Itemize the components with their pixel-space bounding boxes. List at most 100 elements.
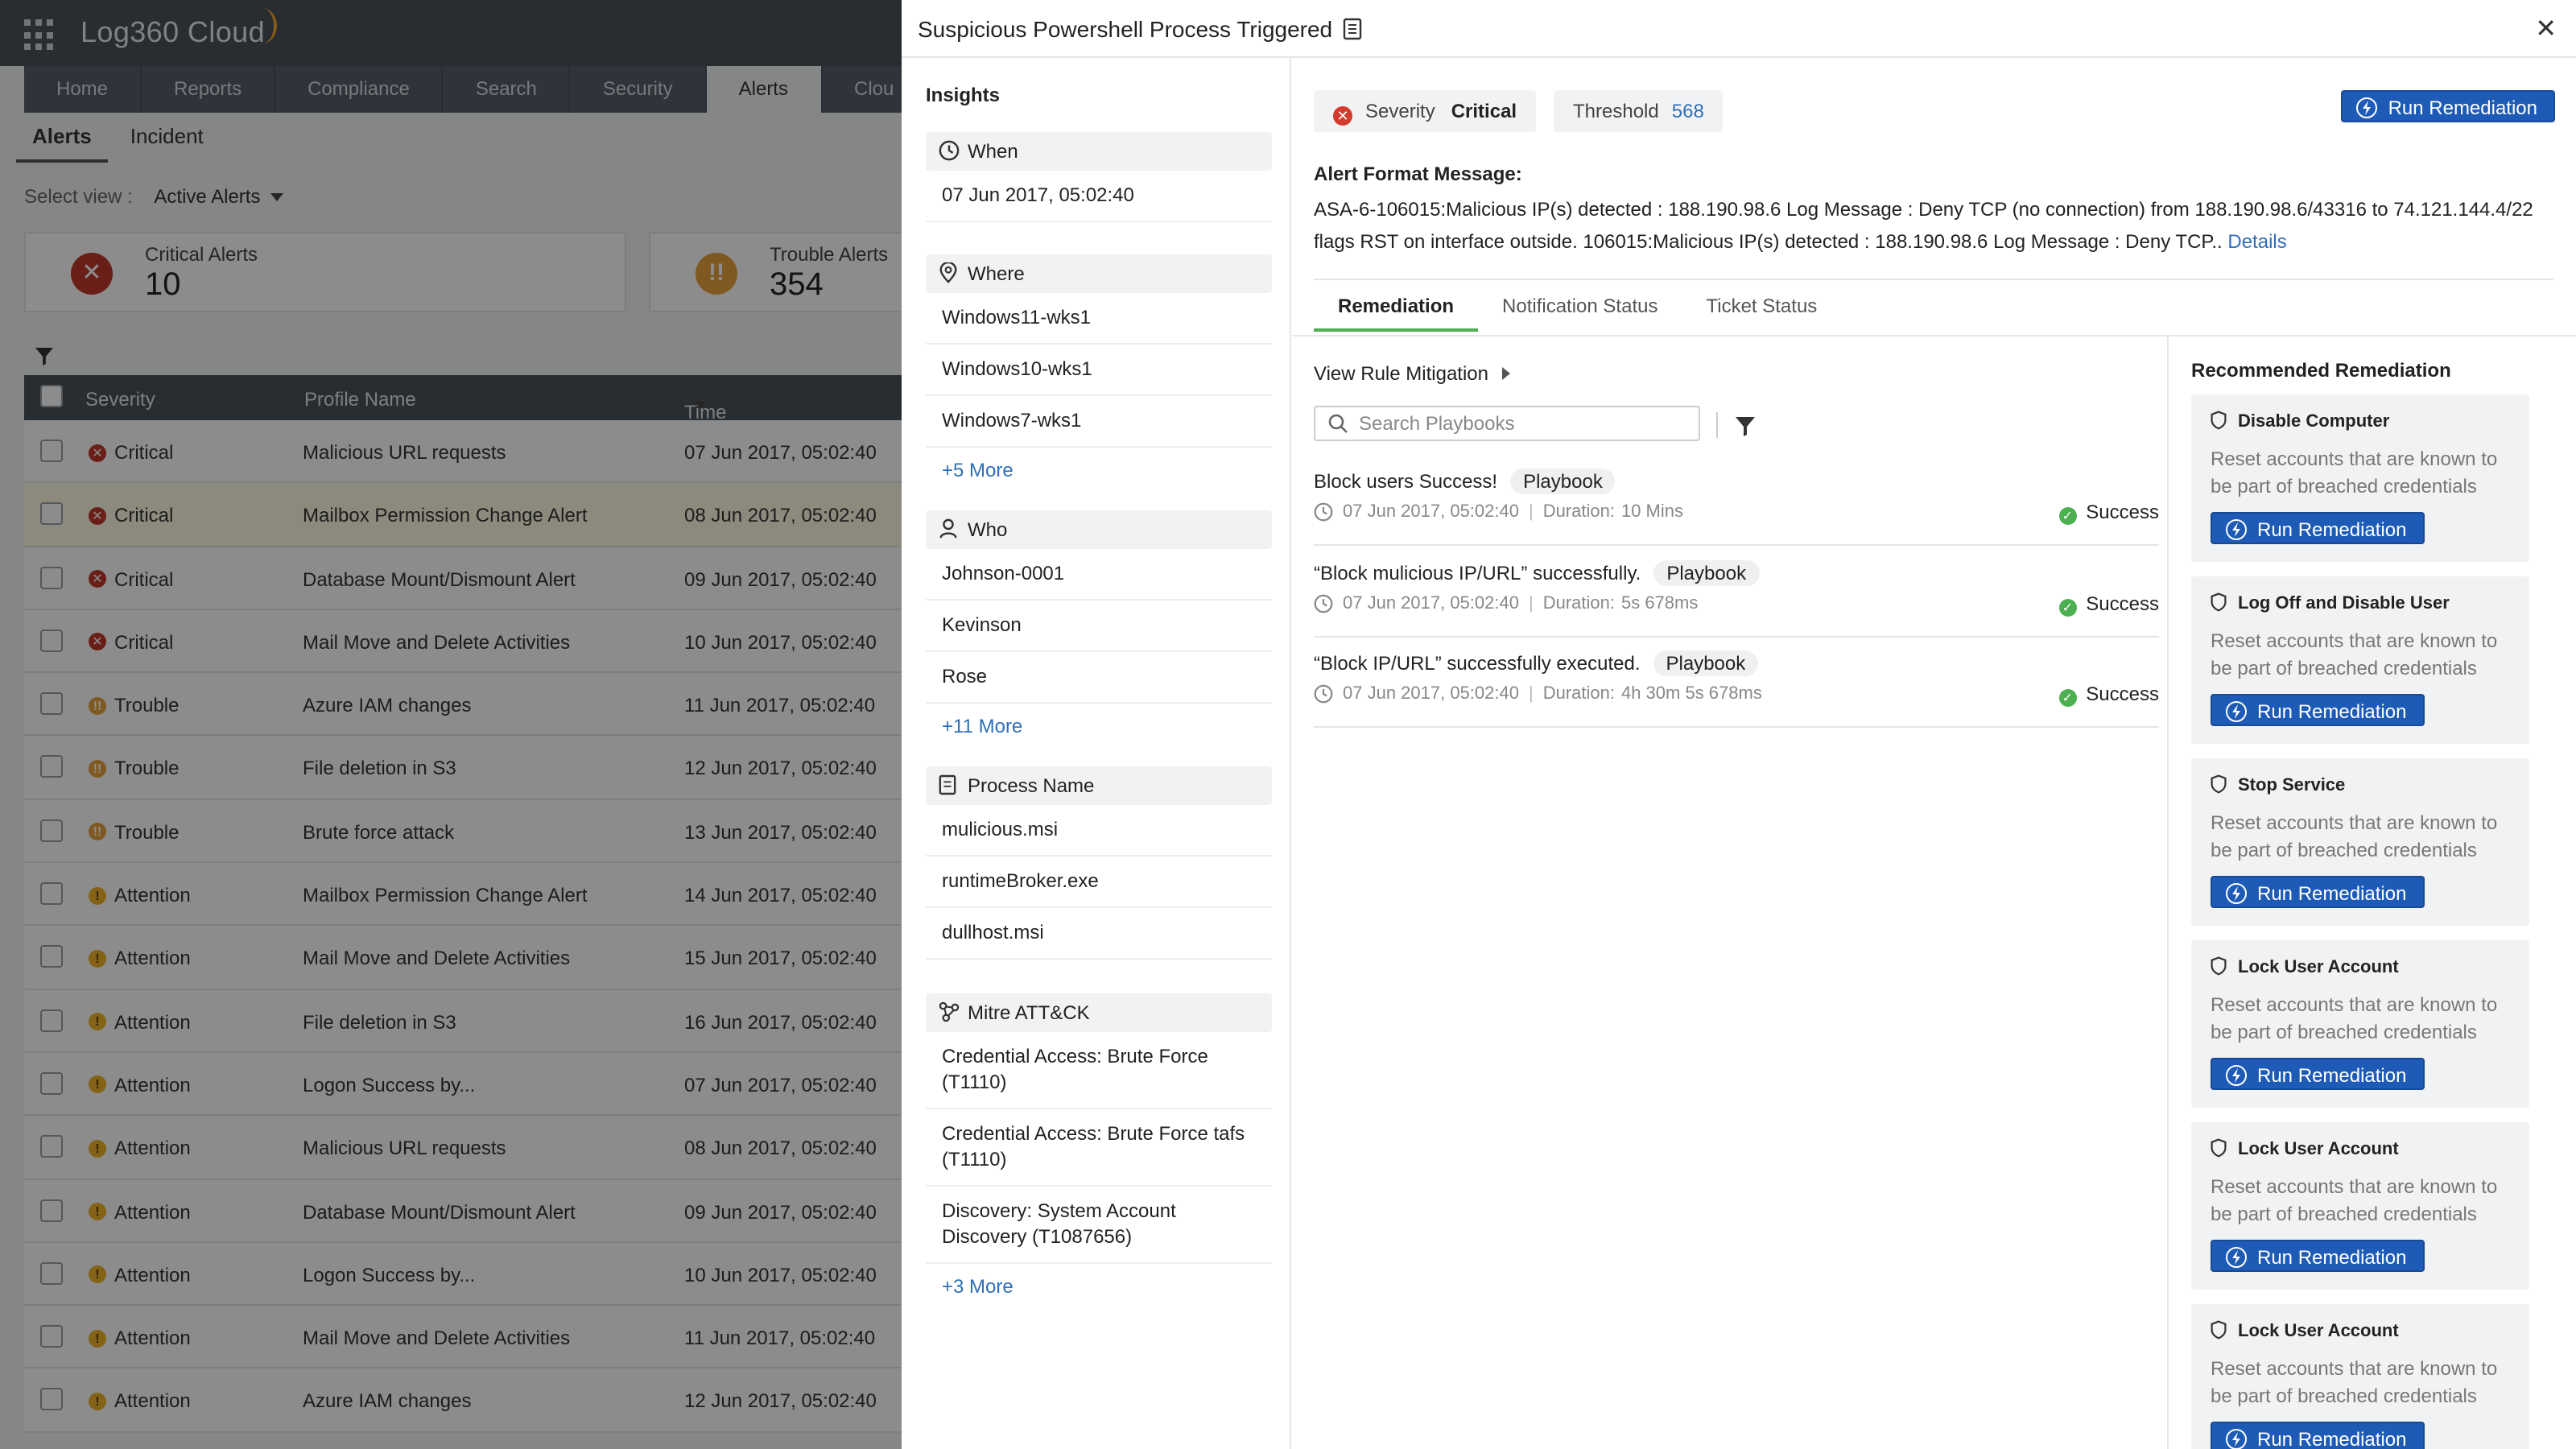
lightning-icon <box>2356 97 2379 129</box>
view-rule-mitigation-label: View Rule Mitigation <box>1314 362 1488 385</box>
insight-mitre-label: Mitre ATT&CK <box>968 1001 1090 1024</box>
remediation-card: Lock User Account Reset accounts that are… <box>2191 940 2529 1108</box>
playbook-item[interactable]: “Block IP/URL” successfully executed. Pla… <box>1314 638 2159 728</box>
insight-process-item: dullhost.msi <box>926 908 1272 960</box>
insight-where-label: Where <box>968 262 1025 285</box>
view-rule-mitigation-link[interactable]: View Rule Mitigation <box>1314 362 1509 385</box>
remediation-title: Lock User Account <box>2211 1138 2399 1159</box>
document-icon[interactable] <box>1342 18 1361 45</box>
playbook-tag: Playbook <box>1653 650 1759 676</box>
meta-separator: | <box>1528 502 1534 522</box>
remediation-title: Lock User Account <box>2211 1320 2399 1341</box>
playbook-title: Block users Success! Playbook <box>1314 469 1616 494</box>
remediation-card: Stop Service Reset accounts that are know… <box>2191 758 2529 926</box>
shield-icon <box>2211 1320 2227 1340</box>
playbook-item[interactable]: Block users Success! Playbook 07 Jun 2017,… <box>1314 456 2159 546</box>
duration-value: 5s 678ms <box>1620 593 1699 613</box>
severity-label: Severity <box>1365 100 1435 122</box>
insight-where-item: Windows7-wks1 <box>926 396 1272 448</box>
divider <box>1716 412 1718 438</box>
run-remediation-button[interactable]: Run Remediation <box>2211 1058 2425 1090</box>
shield-icon <box>2211 411 2227 430</box>
insight-when: When 07 Jun 2017, 05:02:40 <box>926 132 1272 222</box>
insight-who-item: Johnson-0001 <box>926 549 1272 601</box>
insight-who-label: Who <box>968 518 1008 541</box>
meta-separator: | <box>1528 684 1534 704</box>
playbook-meta: 07 Jun 2017, 05:02:40 | Duration: 10 Mins <box>1314 502 1683 522</box>
run-remediation-label: Run Remediation <box>2257 882 2407 905</box>
playbook-time: 07 Jun 2017, 05:02:40 <box>1343 502 1519 522</box>
lightning-icon <box>2225 518 2248 551</box>
remediation-title-text: Disable Computer <box>2238 412 2390 431</box>
shield-icon <box>2211 592 2227 612</box>
remediation-description: Reset accounts that are known to be part… <box>2211 630 2498 679</box>
search-playbooks-input[interactable]: Search Playbooks <box>1314 406 1700 441</box>
insights-title: Insights <box>926 84 1001 106</box>
remediation-title-text: Lock User Account <box>2238 958 2399 977</box>
remediation-description: Reset accounts that are known to be part… <box>2211 811 2498 861</box>
detail-tabs: Remediation Notification Status Ticket S… <box>1314 293 1841 332</box>
location-pin-icon <box>939 262 957 283</box>
playbook-item[interactable]: “Block mulicious IP/URL” successfully. Pl… <box>1314 547 2159 637</box>
insight-mitre-item: Credential Access: Brute Force (T1110) <box>926 1032 1272 1109</box>
run-remediation-button[interactable]: Run Remediation <box>2211 1240 2425 1272</box>
detail-main: ✕ Severity Critical Threshold 568 Run Remed… <box>1293 58 2576 1449</box>
lightning-icon <box>2225 1064 2248 1096</box>
run-remediation-button[interactable]: Run Remediation <box>2211 876 2425 908</box>
remediation-card: Lock User Account Reset accounts that are… <box>2191 1304 2529 1449</box>
insight-mitre-item: Credential Access: Brute Force tafs (T11… <box>926 1109 1272 1187</box>
remediation-title-text: Lock User Account <box>2238 1140 2399 1159</box>
caret-right-icon <box>1501 367 1509 380</box>
playbook-status: ✓ Success <box>2058 592 2159 616</box>
clock-icon <box>1314 502 1333 522</box>
playbook-status: ✓ Success <box>2058 501 2159 525</box>
run-remediation-button[interactable]: Run Remediation <box>2211 1422 2425 1449</box>
insight-who-item: Rose <box>926 652 1272 704</box>
severity-chip: ✕ Severity Critical <box>1314 90 1537 132</box>
success-check-icon: ✓ <box>2058 689 2077 707</box>
tab-remediation[interactable]: Remediation <box>1314 293 1479 332</box>
playbook-meta: 07 Jun 2017, 05:02:40 | Duration: 4h 30m 5s… <box>1314 684 1762 704</box>
insight-where-more-link[interactable]: +5 More <box>926 448 1272 493</box>
run-remediation-button[interactable]: Run Remediation <box>2341 90 2555 122</box>
duration-label: Duration: <box>1542 502 1615 522</box>
insight-process-header: Process Name <box>926 766 1272 805</box>
insight-mitre-more-link[interactable]: +3 More <box>926 1264 1272 1309</box>
tab-notification-status[interactable]: Notification Status <box>1478 293 1682 332</box>
insight-mitre: Mitre ATT&CK Credential Access: Brute Fo… <box>926 993 1272 1309</box>
remediation-title-text: Stop Service <box>2238 776 2346 795</box>
playbook-tag: Playbook <box>1653 559 1760 585</box>
playbook-time: 07 Jun 2017, 05:02:40 <box>1343 593 1519 613</box>
remediation-description: Reset accounts that are known to be part… <box>2211 448 2498 497</box>
remediation-card: Disable Computer Reset accounts that are … <box>2191 394 2529 562</box>
insight-who-item: Kevinson <box>926 601 1272 652</box>
divider <box>1314 279 2553 280</box>
run-remediation-button[interactable]: Run Remediation <box>2211 694 2425 726</box>
alert-format-message: ASA-6-106015:Malicious IP(s) detected : … <box>1314 193 2553 258</box>
panel-title-text: Suspicious Powershell Process Triggered <box>918 16 1333 42</box>
playbook-title-text: Block users Success! <box>1314 470 1498 493</box>
details-link[interactable]: Details <box>2227 230 2286 253</box>
insight-who-more-link[interactable]: +11 More <box>926 704 1272 749</box>
playbook-status: ✓ Success <box>2058 683 2159 707</box>
run-remediation-button[interactable]: Run Remediation <box>2211 512 2425 544</box>
insight-who: Who Johnson-0001 Kevinson Rose +11 More <box>926 510 1272 749</box>
duration-value: 10 Mins <box>1620 502 1684 522</box>
filter-icon <box>1736 417 1755 436</box>
status-text: Success <box>2086 592 2159 614</box>
alert-detail-panel: Suspicious Powershell Process Triggered … <box>902 0 2576 1449</box>
insight-process-label: Process Name <box>968 774 1095 797</box>
insight-when-value: 07 Jun 2017, 05:02:40 <box>926 171 1272 222</box>
duration-label: Duration: <box>1542 684 1615 704</box>
run-remediation-label: Run Remediation <box>2257 1246 2407 1269</box>
lightning-icon <box>2225 700 2248 733</box>
tab-ticket-status[interactable]: Ticket Status <box>1682 293 1841 332</box>
playbook-filter-button[interactable] <box>1736 415 1755 444</box>
remediation-title-text: Lock User Account <box>2238 1322 2399 1341</box>
close-icon[interactable]: ✕ <box>2535 13 2557 45</box>
panel-title: Suspicious Powershell Process Triggered <box>918 16 1361 45</box>
shield-icon <box>2211 1138 2227 1158</box>
insight-when-header: When <box>926 132 1272 171</box>
run-remediation-label: Run Remediation <box>2388 97 2537 119</box>
playbook-title-text: “Block IP/URL” successfully executed. <box>1314 652 1641 675</box>
